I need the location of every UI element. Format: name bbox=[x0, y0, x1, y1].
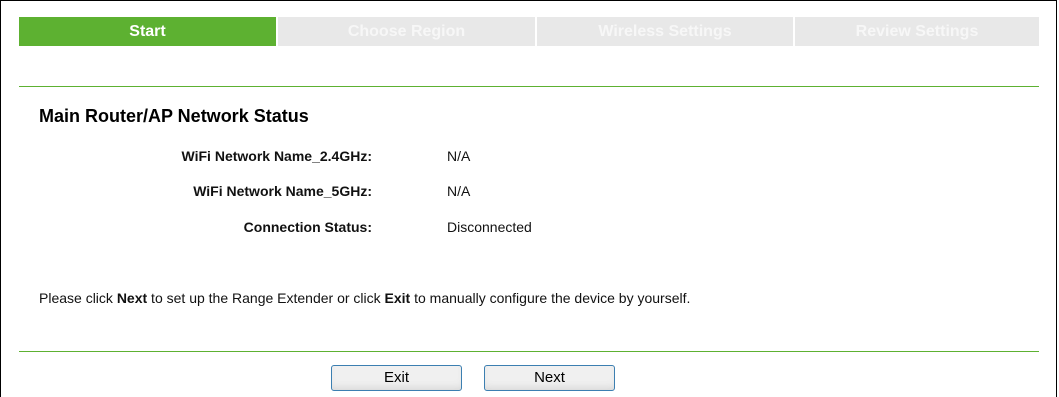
wifi-5ghz-label: WiFi Network Name_5GHz: bbox=[193, 183, 372, 199]
step-review-settings: Review Settings bbox=[795, 17, 1039, 46]
connection-status-label: Connection Status: bbox=[243, 219, 372, 235]
instruction-part3: to manually configure the device by your… bbox=[410, 290, 691, 306]
wizard-steps: Start Choose Region Wireless Settings Re… bbox=[19, 17, 1039, 46]
instruction-next-word: Next bbox=[116, 290, 148, 306]
instruction-text: Please click Next to set up the Range Ex… bbox=[39, 290, 690, 306]
step-start: Start bbox=[19, 17, 276, 46]
top-divider bbox=[19, 86, 1039, 87]
next-button[interactable]: Next bbox=[484, 365, 615, 391]
instruction-exit-word: Exit bbox=[384, 290, 411, 306]
instruction-part2: to set up the Range Extender or click bbox=[147, 290, 385, 306]
step-wireless-settings: Wireless Settings bbox=[537, 17, 793, 46]
wifi-24ghz-value: N/A bbox=[447, 148, 471, 164]
wifi-5ghz-value: N/A bbox=[447, 183, 471, 199]
connection-status-value: Disconnected bbox=[447, 219, 532, 235]
bottom-divider bbox=[19, 351, 1039, 352]
wifi-24ghz-label: WiFi Network Name_2.4GHz: bbox=[181, 148, 372, 164]
instruction-part1: Please click bbox=[39, 290, 117, 306]
status-heading: Main Router/AP Network Status bbox=[39, 106, 309, 126]
step-choose-region: Choose Region bbox=[278, 17, 535, 46]
exit-button[interactable]: Exit bbox=[331, 365, 462, 391]
